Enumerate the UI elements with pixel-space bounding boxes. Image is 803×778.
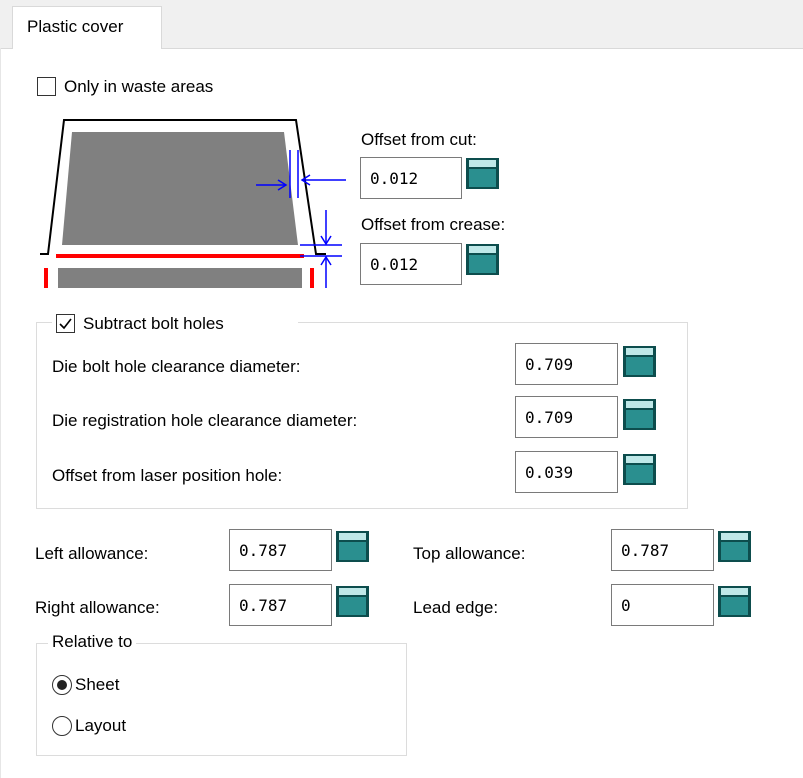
radio-selected-dot (57, 680, 67, 690)
only-waste-label: Only in waste areas (64, 77, 214, 96)
left-allowance-field[interactable]: 0.787 (229, 529, 332, 571)
right-allowance-field[interactable]: 0.787 (229, 584, 332, 626)
cover-shape (62, 132, 298, 245)
only-waste-checkbox[interactable] (37, 77, 56, 96)
lead-edge-field[interactable]: 0 (611, 584, 714, 626)
calculator-icon[interactable] (622, 453, 657, 486)
laser-hole-offset-field[interactable]: 0.039 (515, 451, 618, 493)
offset-crease-value: 0.012 (370, 255, 419, 274)
calculator-icon[interactable] (622, 398, 657, 431)
left-allowance-value: 0.787 (239, 541, 288, 560)
right-allowance-value: 0.787 (239, 596, 288, 615)
top-allowance-value: 0.787 (621, 541, 670, 560)
calculator-icon[interactable] (335, 530, 370, 563)
subtract-bolt-holes-checkbox[interactable] (56, 314, 75, 333)
offset-crease-field[interactable]: 0.012 (360, 243, 462, 285)
laser-hole-offset-label: Offset from laser position hole: (52, 466, 283, 485)
die-registration-hole-label: Die registration hole clearance diameter… (52, 411, 358, 430)
base-strip (58, 268, 302, 288)
lead-edge-value: 0 (621, 596, 631, 615)
offset-cut-label: Offset from cut: (361, 130, 477, 149)
offset-cut-field[interactable]: 0.012 (360, 157, 462, 199)
calculator-icon[interactable] (717, 530, 752, 563)
layout-radio[interactable] (52, 716, 72, 736)
die-bolt-hole-value: 0.709 (525, 355, 574, 374)
subtract-bolt-holes-label: Subtract bolt holes (83, 314, 224, 333)
die-registration-hole-value: 0.709 (525, 408, 574, 427)
lead-edge-label: Lead edge: (413, 598, 499, 617)
left-allowance-label: Left allowance: (35, 544, 149, 563)
calculator-icon[interactable] (465, 157, 500, 190)
layout-radio-label: Layout (75, 716, 127, 735)
tab-plastic-cover[interactable]: Plastic cover (12, 6, 162, 49)
crease-dimension (300, 210, 342, 288)
offset-cut-value: 0.012 (370, 169, 419, 188)
relative-to-legend: Relative to (48, 632, 137, 652)
die-registration-hole-field[interactable]: 0.709 (515, 396, 618, 438)
offset-crease-label: Offset from crease: (361, 215, 506, 234)
sheet-radio-label: Sheet (75, 675, 120, 694)
calculator-icon[interactable] (717, 585, 752, 618)
right-allowance-label: Right allowance: (35, 598, 160, 617)
top-allowance-label: Top allowance: (413, 544, 526, 563)
die-bolt-hole-label: Die bolt hole clearance diameter: (52, 357, 301, 376)
calculator-icon[interactable] (465, 243, 500, 276)
top-allowance-field[interactable]: 0.787 (611, 529, 714, 571)
laser-hole-offset-value: 0.039 (525, 463, 574, 482)
offset-diagram (40, 119, 346, 288)
die-bolt-hole-field[interactable]: 0.709 (515, 343, 618, 385)
calculator-icon[interactable] (335, 585, 370, 618)
checkmark-icon (59, 318, 72, 330)
tab-label: Plastic cover (27, 17, 124, 36)
relative-to-group (36, 643, 407, 756)
sheet-radio[interactable] (52, 675, 72, 695)
calculator-icon[interactable] (622, 345, 657, 378)
